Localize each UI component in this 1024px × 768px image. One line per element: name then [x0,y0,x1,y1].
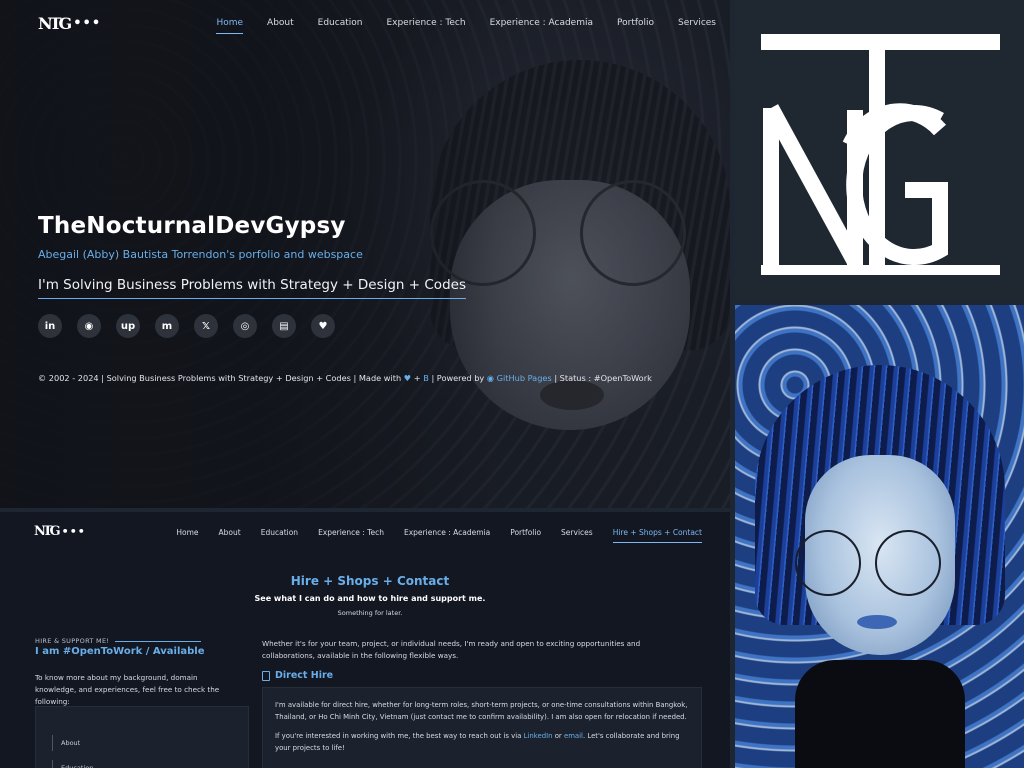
donate-icon[interactable]: ♥ [311,314,335,338]
side-text: To know more about my background, domain… [35,673,220,706]
hero-tagline: I'm Solving Business Problems with Strat… [38,277,466,299]
nav-content-home[interactable]: Home [176,528,198,543]
linkedin-link[interactable]: LinkedIn [524,732,553,740]
main-text: Whether it's for your team, project, or … [262,639,641,660]
brand-monogram: NTG [38,14,72,33]
nav-hero-experience-tech[interactable]: Experience : Tech [386,18,465,34]
bootstrap-icon: B [423,373,429,383]
illustration-panel [735,305,1024,768]
side-eyebrow: HIRE & SUPPORT ME! [35,637,202,645]
direct-hire-paragraph: I'm available for direct hire, whether f… [275,701,688,721]
section-subtitle: See what I can do and how to hire and su… [254,594,486,603]
illustration-glasses-left [795,530,861,596]
brand-dots: ••• [61,525,86,538]
side-eyebrow-label: HIRE & SUPPORT ME! [35,637,110,645]
section-note: Something for later. [337,609,403,617]
nav-content-services[interactable]: Services [561,528,593,543]
nav-hero-education[interactable]: Education [318,18,363,34]
hire-section: NTG ••• Home About Education Experience : T… [0,512,730,768]
nav-hero-home[interactable]: Home [216,18,244,34]
content-navbar: NTG ••• Home About Education Experience : T… [0,512,730,552]
hero-nav-menu: Home About Education Experience : Tech Exper… [216,18,716,34]
document-icon [262,670,270,681]
hero-title: TheNocturnalDevGypsy [38,213,346,239]
nav-hero-services[interactable]: Services [678,18,716,34]
upwork-icon[interactable]: up [116,314,140,338]
nav-hero-about[interactable]: About [267,18,294,34]
logo-panel [735,0,1024,298]
footer-text-2: | Powered by [431,373,485,383]
shop-icon[interactable]: ▤ [272,314,296,338]
side-heading: I am #OpenToWork / Available [35,646,205,657]
contact-or: or [554,732,562,740]
nav-hero-experience-academia[interactable]: Experience : Academia [490,18,593,34]
nav-content-education[interactable]: Education [261,528,298,543]
hero-footer: © 2002 - 2024 | Solving Business Problem… [38,373,652,383]
footer-plus: + [413,373,421,383]
nav-hero-portfolio[interactable]: Portfolio [617,18,654,34]
contact-text: If you're interested in working with me,… [275,732,522,740]
eyebrow-divider [115,640,202,642]
email-link[interactable]: email [564,732,583,740]
brand-dots: ••• [73,16,102,31]
side-menu-item-education[interactable]: Education [52,760,93,768]
side-menu: About Education [35,706,249,768]
brand-logo-small[interactable]: NTG ••• [34,524,86,539]
nav-content-experience-academia[interactable]: Experience : Academia [404,528,490,543]
direct-hire-card: I'm available for direct hire, whether f… [262,687,702,768]
hero-subtitle: Abegail (Abby) Bautista Torrendon's porf… [38,248,363,261]
footer-text-1: © 2002 - 2024 | Solving Business Problem… [38,373,402,383]
illustration-lips [857,615,897,629]
direct-hire-contact-paragraph: If you're interested in working with me,… [275,731,689,754]
brand-monogram: NTG [34,524,61,539]
github-pages-link[interactable]: GitHub Pages [497,373,552,383]
nav-content-about[interactable]: About [219,528,241,543]
mastodon-icon[interactable]: m [155,314,179,338]
nav-content-experience-tech[interactable]: Experience : Tech [318,528,384,543]
instagram-icon[interactable]: ◎ [233,314,257,338]
side-menu-item-about[interactable]: About [52,735,80,751]
ntg-logo [761,34,1000,275]
github-icon: ◉ [486,373,495,383]
section-title: Hire + Shops + Contact [290,574,450,588]
linkedin-icon[interactable]: in [38,314,62,338]
top-navbar: NTG ••• Home About Education Experience : T… [0,0,730,48]
brand-logo[interactable]: NTG ••• [38,14,101,33]
direct-hire-title: Direct Hire [275,670,334,681]
illustration-glasses-right [875,530,941,596]
nav-content-portfolio[interactable]: Portfolio [510,528,541,543]
hero-section: NTG ••• Home About Education Experience : T… [0,0,730,508]
social-links: in ◉ up m 𝕏 ◎ ▤ ♥ [38,314,335,338]
illustration-turtleneck [795,660,965,768]
content-nav-menu: Home About Education Experience : Tech Exper… [176,528,702,543]
github-icon[interactable]: ◉ [77,314,101,338]
direct-hire-heading: Direct Hire [262,670,333,681]
heart-icon: ♥ [403,373,412,383]
nav-content-hire-shops-contact[interactable]: Hire + Shops + Contact [612,528,702,543]
x-icon[interactable]: 𝕏 [194,314,218,338]
footer-text-3: | Status : #OpenToWork [554,373,652,383]
